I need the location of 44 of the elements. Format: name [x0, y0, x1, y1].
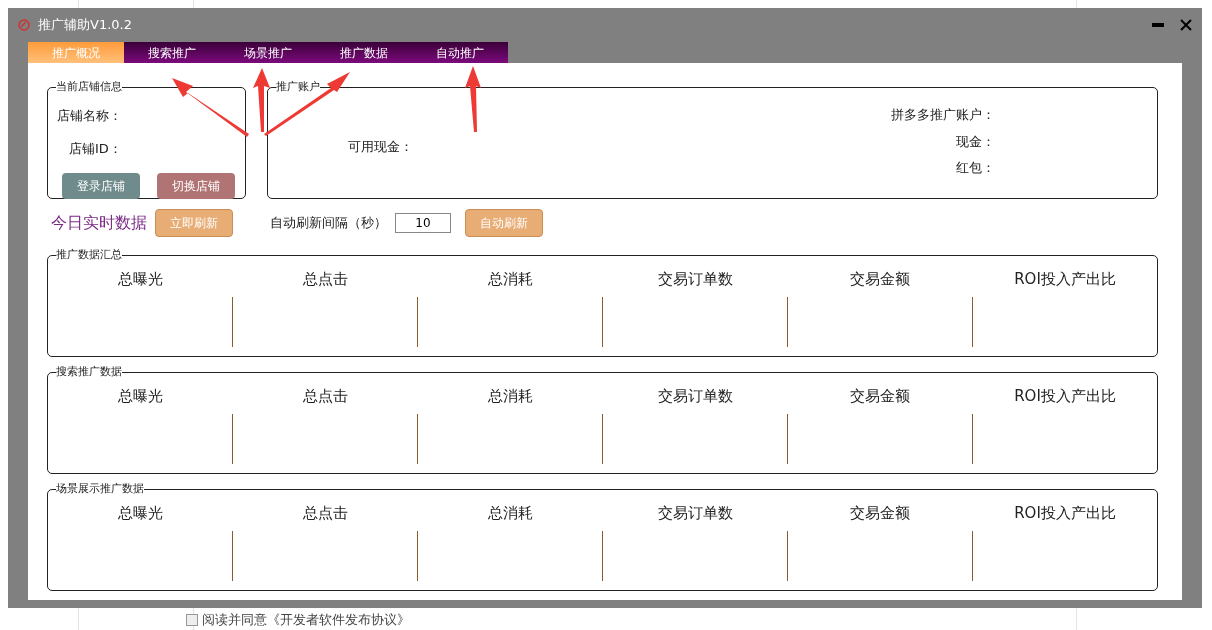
field-label: 现金：	[956, 132, 995, 151]
field-label: 拼多多推广账户：	[891, 106, 995, 124]
interval-field[interactable]: 10	[395, 213, 451, 233]
interval-label: 自动刷新间隔（秒）	[270, 214, 387, 233]
metric-label: 总曝光	[117, 386, 163, 407]
checkbox-icon[interactable]	[186, 613, 198, 626]
close-icon[interactable]	[1180, 19, 1192, 31]
section-heading: 今日实时数据	[51, 212, 147, 234]
metric-label: 总消耗	[487, 269, 533, 290]
metric-label: 总曝光	[117, 269, 163, 290]
group-title: 搜索推广数据	[56, 364, 122, 380]
switch-button[interactable]: 切换店铺	[157, 173, 235, 199]
field-label: 可用现金：	[348, 139, 413, 154]
annotation-arrow	[465, 66, 481, 132]
metric-label: 总点击	[302, 386, 348, 407]
metric-label: 交易订单数	[657, 269, 733, 290]
window-title: 推广辅助V1.0.2	[38, 16, 132, 35]
tab[interactable]: 场景推广	[220, 42, 316, 63]
group-title: 推广账户	[276, 79, 320, 95]
metric-label: 总消耗	[487, 503, 533, 524]
metric-label: ROI投入产出比	[1014, 503, 1116, 524]
metric-label: ROI投入产出比	[1014, 269, 1116, 290]
group-title: 当前店铺信息	[56, 79, 122, 95]
tab[interactable]: 自动推广	[412, 42, 508, 63]
metric-label: 总点击	[302, 503, 348, 524]
metric-label: 交易金额	[850, 269, 910, 290]
field-label: 店铺名称：	[57, 107, 123, 125]
metric-label: 交易订单数	[657, 386, 733, 407]
group-title: 推广数据汇总	[56, 247, 122, 263]
metric-label: 交易金额	[850, 386, 910, 407]
metric-label: 总点击	[302, 269, 348, 290]
metric-label: 交易订单数	[657, 503, 733, 524]
metric-label: 总消耗	[487, 386, 533, 407]
login-button[interactable]: 登录店铺	[62, 173, 140, 199]
metric-label: ROI投入产出比	[1014, 386, 1116, 407]
group-title: 场景展示推广数据	[56, 481, 144, 497]
app-logo-icon	[18, 19, 30, 31]
tab[interactable]: 推广数据	[316, 42, 412, 63]
field-label: 店铺ID：	[68, 139, 123, 158]
tab[interactable]: 搜索推广	[124, 42, 220, 63]
field-label: 红包：	[956, 159, 995, 177]
metric-label: 交易金额	[850, 503, 910, 524]
metric-label: 总曝光	[117, 503, 163, 524]
agreement-text: 阅读并同意《开发者软件发布协议》	[202, 612, 410, 627]
